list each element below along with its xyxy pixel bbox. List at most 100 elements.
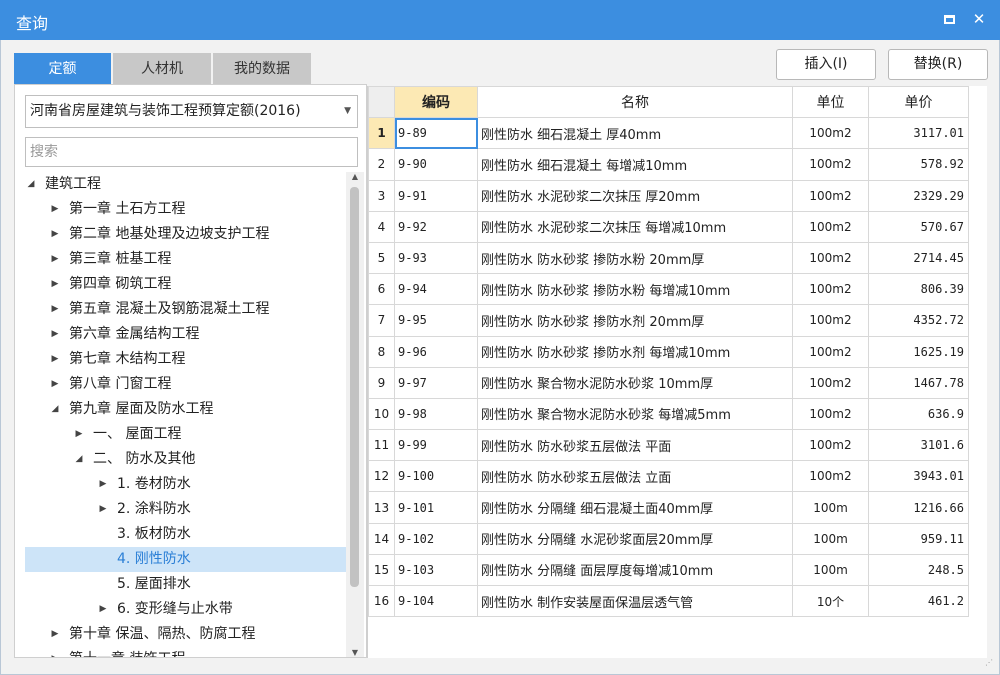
tree-item[interactable]: ▶ 第四章 砌筑工程 [25, 272, 346, 297]
row-number[interactable]: 5 [368, 241, 395, 275]
unit-cell[interactable]: 100m2 [792, 429, 869, 462]
collapsed-arrow-icon[interactable]: ▶ [49, 347, 61, 372]
row-number[interactable]: 3 [368, 179, 395, 212]
table-row[interactable]: 7 9-95 刚性防水 防水砂浆 掺防水剂 20mm厚 100m2 4352.72 [368, 304, 969, 337]
code-cell[interactable]: 9-91 [394, 179, 478, 212]
table-row[interactable]: 6 9-94 刚性防水 防水砂浆 掺防水粉 每增减10mm 100m2 806.39 [368, 273, 969, 306]
name-cell[interactable]: 刚性防水 分隔缝 细石混凝土面40mm厚 [477, 491, 793, 524]
tree-scrollbar[interactable]: ▲ ▼ [346, 172, 364, 657]
row-number[interactable]: 2 [368, 148, 395, 181]
table-row[interactable]: 13 9-101 刚性防水 分隔缝 细石混凝土面40mm厚 100m 1216.66 [368, 491, 969, 524]
row-number[interactable]: 12 [368, 460, 395, 493]
table-row[interactable]: 15 9-103 刚性防水 分隔缝 面层厚度每增减10mm 100m 248.5 [368, 553, 969, 587]
collapsed-arrow-icon[interactable]: ▶ [49, 622, 61, 647]
unit-cell[interactable]: 100m2 [792, 179, 869, 212]
unit-cell[interactable]: 100m2 [792, 366, 869, 399]
price-cell[interactable]: 959.11 [868, 522, 969, 555]
row-number[interactable]: 1 [368, 117, 395, 150]
row-number[interactable]: 6 [368, 273, 395, 306]
tree-item[interactable]: ▶ 第八章 门窗工程 [25, 372, 346, 397]
code-cell[interactable]: 9-95 [394, 304, 478, 337]
code-cell[interactable]: 9-98 [394, 397, 478, 431]
table-row[interactable]: 2 9-90 刚性防水 细石混凝土 每增减10mm 100m2 578.92 [368, 148, 969, 181]
expanded-arrow-icon[interactable]: ◢ [73, 447, 85, 472]
code-cell[interactable]: 9-90 [394, 148, 478, 181]
row-number[interactable]: 10 [368, 397, 395, 431]
scroll-down-icon[interactable]: ▼ [346, 648, 364, 657]
tree-item[interactable]: 5. 屋面排水 [25, 572, 346, 597]
collapsed-arrow-icon[interactable]: ▶ [97, 497, 109, 522]
unit-cell[interactable]: 100m2 [792, 210, 869, 243]
table-row[interactable]: 12 9-100 刚性防水 防水砂浆五层做法 立面 100m2 3943.01 [368, 460, 969, 493]
code-cell[interactable]: 9-94 [394, 273, 478, 306]
column-header-unit[interactable]: 单位 [792, 85, 869, 119]
tree-item[interactable]: ▶ 6. 变形缝与止水带 [25, 597, 346, 622]
row-number[interactable]: 4 [368, 210, 395, 243]
name-cell[interactable]: 刚性防水 防水砂浆五层做法 平面 [477, 429, 793, 462]
unit-cell[interactable]: 100m [792, 553, 869, 587]
scroll-up-icon[interactable]: ▲ [346, 172, 364, 181]
collapsed-arrow-icon[interactable]: ▶ [97, 597, 109, 622]
table-row[interactable]: 11 9-99 刚性防水 防水砂浆五层做法 平面 100m2 3101.6 [368, 429, 969, 462]
price-cell[interactable]: 806.39 [868, 273, 969, 306]
row-number[interactable]: 15 [368, 553, 395, 587]
unit-cell[interactable]: 100m2 [792, 241, 869, 275]
row-number[interactable]: 7 [368, 304, 395, 337]
tree-item[interactable]: ▶ 1. 卷材防水 [25, 472, 346, 497]
row-number[interactable]: 16 [368, 584, 395, 618]
code-cell[interactable]: 9-99 [394, 429, 478, 462]
tree-item[interactable]: ▶ 第十一章 装饰工程 [25, 647, 346, 657]
tree-item[interactable]: ▶ 第三章 桩基工程 [25, 247, 346, 272]
unit-cell[interactable]: 100m2 [792, 304, 869, 337]
close-button[interactable]: ✕ [966, 6, 992, 32]
unit-cell[interactable]: 100m2 [792, 397, 869, 431]
price-cell[interactable]: 3117.01 [868, 117, 969, 150]
code-cell[interactable]: 9-101 [394, 491, 478, 524]
tree-item[interactable]: ◢ 建筑工程 [25, 172, 346, 197]
unit-cell[interactable]: 100m2 [792, 335, 869, 368]
tree-item[interactable]: 3. 板材防水 [25, 522, 346, 547]
name-cell[interactable]: 刚性防水 水泥砂浆二次抹压 每增减10mm [477, 210, 793, 243]
code-cell[interactable]: 9-89 [394, 117, 478, 150]
row-number[interactable]: 13 [368, 491, 395, 524]
row-number[interactable]: 11 [368, 429, 395, 462]
code-cell[interactable]: 9-104 [394, 584, 478, 618]
unit-cell[interactable]: 100m2 [792, 117, 869, 150]
column-header-price[interactable]: 单价 [868, 85, 969, 119]
name-cell[interactable]: 刚性防水 聚合物水泥防水砂浆 每增减5mm [477, 397, 793, 431]
tab-quota[interactable]: 定额 [14, 53, 111, 85]
name-cell[interactable]: 刚性防水 防水砂浆五层做法 立面 [477, 460, 793, 493]
name-cell[interactable]: 刚性防水 分隔缝 水泥砂浆面层20mm厚 [477, 522, 793, 555]
table-row[interactable]: 16 9-104 刚性防水 制作安装屋面保温层透气管 10个 461.2 [368, 584, 969, 618]
tree-item[interactable]: 4. 刚性防水 [25, 547, 346, 572]
tree-item[interactable]: ▶ 一、 屋面工程 [25, 422, 346, 447]
table-row[interactable]: 5 9-93 刚性防水 防水砂浆 掺防水粉 20mm厚 100m2 2714.45 [368, 241, 969, 275]
name-cell[interactable]: 刚性防水 防水砂浆 掺防水剂 20mm厚 [477, 304, 793, 337]
code-cell[interactable]: 9-97 [394, 366, 478, 399]
table-row[interactable]: 1 9-89 刚性防水 细石混凝土 厚40mm 100m2 3117.01 [368, 117, 969, 150]
name-cell[interactable]: 刚性防水 防水砂浆 掺防水粉 20mm厚 [477, 241, 793, 275]
name-cell[interactable]: 刚性防水 细石混凝土 厚40mm [477, 117, 793, 150]
name-cell[interactable]: 刚性防水 防水砂浆 掺防水剂 每增减10mm [477, 335, 793, 368]
name-cell[interactable]: 刚性防水 聚合物水泥防水砂浆 10mm厚 [477, 366, 793, 399]
tree-item[interactable]: ▶ 2. 涂料防水 [25, 497, 346, 522]
price-cell[interactable]: 248.5 [868, 553, 969, 587]
tree-item[interactable]: ▶ 第七章 木结构工程 [25, 347, 346, 372]
collapsed-arrow-icon[interactable]: ▶ [97, 472, 109, 497]
unit-cell[interactable]: 10个 [792, 584, 869, 618]
collapsed-arrow-icon[interactable]: ▶ [49, 197, 61, 222]
price-cell[interactable]: 461.2 [868, 584, 969, 618]
price-cell[interactable]: 2329.29 [868, 179, 969, 212]
price-cell[interactable]: 3101.6 [868, 429, 969, 462]
tree-item[interactable]: ◢ 第九章 屋面及防水工程 [25, 397, 346, 422]
column-header-code[interactable]: 编码 [394, 85, 478, 119]
collapsed-arrow-icon[interactable]: ▶ [73, 422, 85, 447]
code-cell[interactable]: 9-93 [394, 241, 478, 275]
code-cell[interactable]: 9-96 [394, 335, 478, 368]
unit-cell[interactable]: 100m2 [792, 273, 869, 306]
table-row[interactable]: 4 9-92 刚性防水 水泥砂浆二次抹压 每增减10mm 100m2 570.67 [368, 210, 969, 243]
collapsed-arrow-icon[interactable]: ▶ [49, 322, 61, 347]
name-cell[interactable]: 刚性防水 水泥砂浆二次抹压 厚20mm [477, 179, 793, 212]
tree-item[interactable]: ▶ 第二章 地基处理及边坡支护工程 [25, 222, 346, 247]
row-number[interactable]: 8 [368, 335, 395, 368]
